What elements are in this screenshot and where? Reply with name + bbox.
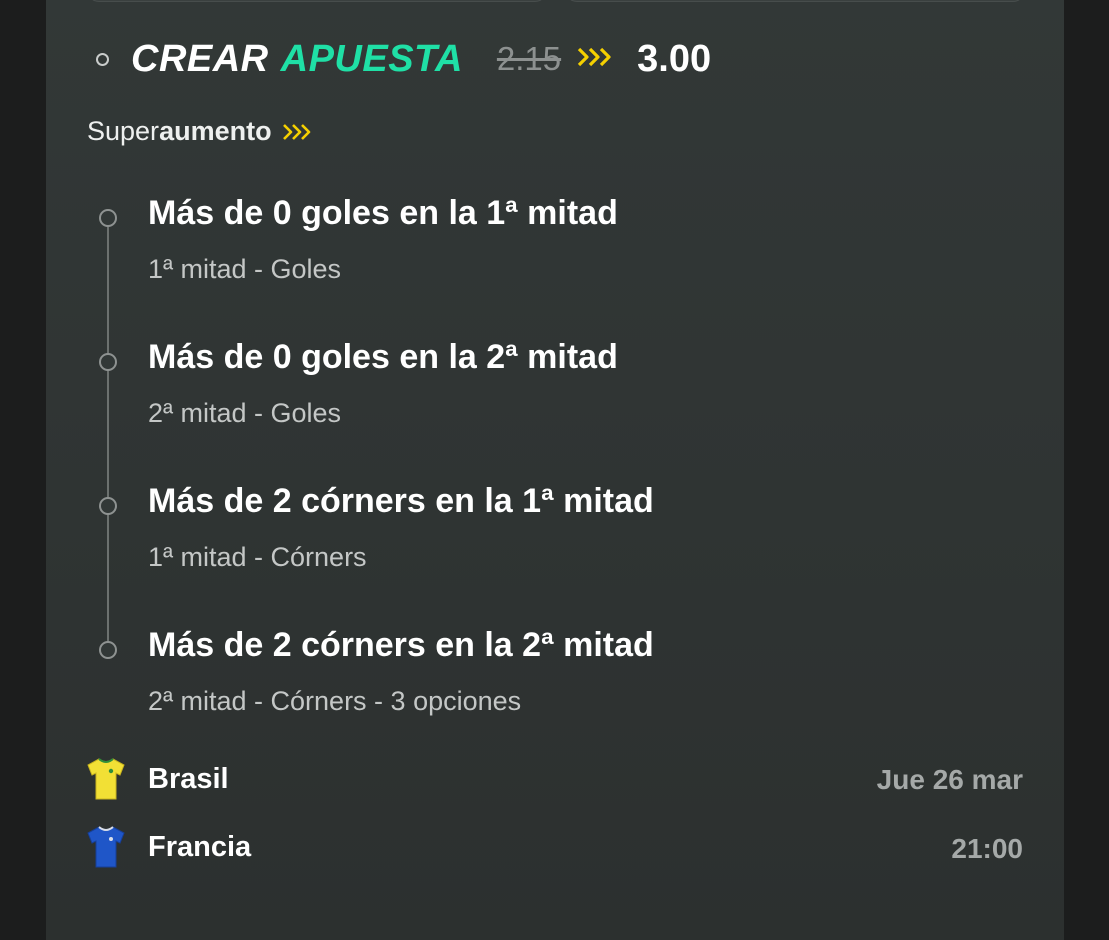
header-circle-icon [96,52,109,66]
yellow-shirt-icon [87,758,125,800]
title-crear: CREAR [131,37,269,80]
leg-title: Más de 0 goles en la 2ª mitad [148,338,618,376]
bet-builder-header: CREAR APUESTA 2.15 3.00 [96,35,711,83]
away-team: Francia [86,825,251,869]
new-odds[interactable]: 3.00 [637,38,711,81]
away-team-name: Francia [148,830,252,863]
boost-suffix: aumento [159,116,272,146]
leg-subtitle: 2ª mitad - Goles [148,398,342,428]
timeline-line [107,216,109,648]
leg-node-icon [99,353,117,371]
leg-node-icon [99,209,117,227]
leg-subtitle: 2ª mitad - Córners - 3 opciones [148,686,522,716]
boost-prefix: Super [87,116,160,146]
triple-chevron-right-icon [282,123,310,140]
previous-card-tab-left [87,0,547,2]
superaumento-label: Super aumento [87,116,316,147]
home-team-name: Brasil [148,762,229,795]
leg-title: Más de 2 córners en la 1ª mitad [148,482,654,520]
leg-title: Más de 2 córners en la 2ª mitad [148,626,654,664]
previous-card-tab-right [565,0,1025,2]
boost-arrows-icon [577,45,617,74]
leg-title: Más de 0 goles en la 1ª mitad [148,194,618,232]
match-time: 21:00 [951,833,1023,864]
leg-subtitle: 1ª mitad - Córners [148,542,367,572]
leg-subtitle: 1ª mitad - Goles [148,254,342,284]
leg-node-icon [99,497,117,515]
leg-node-icon [99,641,117,659]
match-date: Jue 26 mar [876,764,1023,795]
home-team: Brasil [86,757,229,801]
title-apuesta: APUESTA [280,37,463,80]
blue-shirt-icon [87,826,125,868]
old-odds: 2.15 [496,40,562,77]
